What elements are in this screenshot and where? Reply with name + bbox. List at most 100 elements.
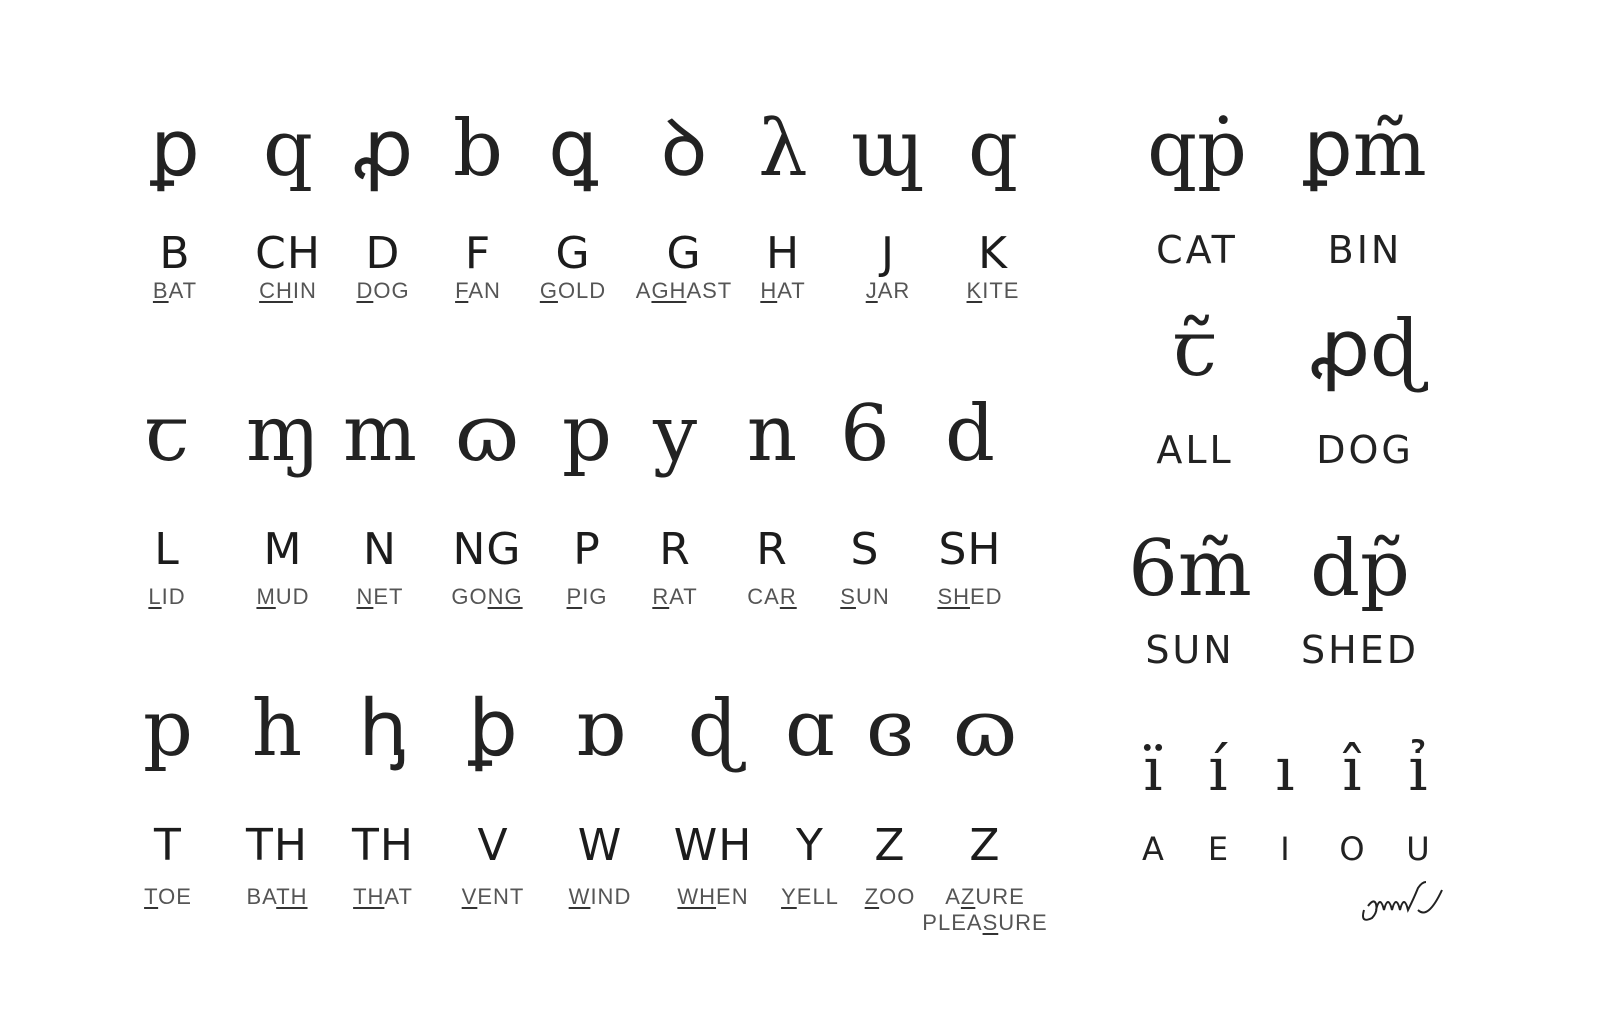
example-word: VENT [461,884,525,909]
tengwar-word-glyph: dp̃ [1310,524,1410,614]
tengwar-word-glyph: 6m̃ [1128,524,1252,614]
example-word: AZURE PLEASURE [922,884,1048,935]
consonant-letter: L [154,524,180,575]
consonant-letter: N [363,524,397,575]
consonant-letter: G [666,228,702,279]
tengwar-glyph: q [968,104,1018,194]
tengwar-glyph: ɖ [687,684,739,774]
example-word: BAT [152,278,198,303]
consonant-letter: Z [874,820,906,871]
tengwar-glyph: m [343,389,417,479]
example-word: WHEN [677,884,749,909]
tengwar-glyph: ɱ [246,389,320,479]
artist-signature [1362,881,1443,921]
tengwar-glyph: p [143,684,193,774]
consonant-letter: TH [352,820,414,871]
example-word: FAN [455,278,501,303]
example-word: CAR [747,584,797,609]
vowel-letter: E [1207,830,1229,868]
tengwar-glyph: ꝧ [468,684,518,774]
tengwar-glyph: ꞕ [358,684,408,774]
vowel-letter: O [1339,830,1365,868]
tengwar-glyph: ꝑ [150,104,200,194]
example-word: GOLD [539,278,607,303]
tengwar-word-glyph: ꞇ̃ [1173,304,1217,394]
tengwar-word-glyph: ꝓɖ [1309,304,1421,394]
vowel-tehta-glyph: ï [1143,735,1163,805]
consonant-letter: R [756,524,788,575]
tengwar-glyph: ꝗ [548,104,598,194]
consonant-letter: CH [255,228,321,279]
example-word-label: BIN [1327,228,1403,272]
tengwar-glyph: b [453,104,503,194]
tengwar-glyph: n [746,389,798,479]
example-word: JAR [865,278,911,303]
tengwar-glyph: p [562,389,612,479]
example-word-label: ALL [1156,428,1234,472]
consonant-letter: J [881,228,895,279]
example-word-label: CAT [1156,228,1238,272]
consonant-letter: WH [673,820,753,871]
consonant-letter: TH [246,820,308,871]
tengwar-glyph: ꞇ [145,389,189,479]
example-word: YELL [781,884,839,909]
example-word: CHIN [259,278,317,303]
vowel-letter: U [1406,830,1430,868]
vowel-letter: A [1142,830,1164,868]
vowel-tehta-glyph: ı [1275,735,1295,805]
tengwar-glyph: ɒ [575,684,625,774]
example-word: WIND [568,884,632,909]
tengwar-glyph: h [251,684,303,774]
consonant-letter: P [573,524,601,575]
tengwar-glyph: ꝺ [660,104,708,194]
example-word: SHED [937,584,1003,609]
tengwar-glyph: λ [758,104,808,194]
example-word: THAT [353,884,413,909]
consonant-letter: F [464,228,492,279]
tengwar-glyph: ɷ [454,389,520,479]
consonant-letter: G [555,228,591,279]
vowel-tehta-glyph: ỉ [1408,735,1428,805]
consonant-letter: Y [796,820,824,871]
consonant-letter: S [850,524,880,575]
example-word: RAT [652,584,698,609]
consonant-letter: T [154,820,182,871]
tengwar-glyph: ꝓ [352,104,414,194]
example-word: KITE [966,278,1020,303]
example-word: LID [148,584,186,609]
example-word: NET [356,584,404,609]
consonant-letter: NG [452,524,522,575]
tengwar-word-glyph: qṗ [1147,104,1247,194]
vowel-letter: I [1280,830,1290,868]
example-word: SUN [840,584,890,609]
tengwar-glyph: ɞ [866,684,914,774]
consonant-letter: K [978,228,1008,279]
tengwar-glyph: ɷ [952,684,1018,774]
example-word: MUD [256,584,310,609]
example-word: HAT [760,278,806,303]
tengwar-glyph: ɑ [785,684,835,774]
example-word: BATH [246,884,308,909]
consonant-letter: D [365,228,401,279]
consonant-letter: R [659,524,691,575]
consonant-letter: B [159,228,191,279]
example-word-label: DOG [1316,428,1414,472]
consonant-letter: W [577,820,623,871]
example-word-label: SUN [1145,628,1235,672]
example-word-label: SHED [1301,628,1419,672]
tengwar-glyph: ɰ [851,104,925,194]
example-word: AGHAST [635,278,733,303]
consonant-letter: V [477,820,509,871]
example-word: DOG [356,278,410,303]
consonant-letter: M [263,524,303,575]
consonant-letter: H [765,228,801,279]
example-word: GONG [451,584,523,609]
tengwar-word-glyph: ꝑm̃ [1303,104,1427,194]
tengwar-glyph: y [652,389,698,479]
tengwar-glyph: d [945,389,995,479]
example-word: PIG [566,584,608,609]
vowel-tehta-glyph: í [1208,735,1228,805]
tengwar-glyph: 6 [840,389,890,479]
consonant-letter: Z [969,820,1001,871]
example-word: TOE [144,884,192,909]
